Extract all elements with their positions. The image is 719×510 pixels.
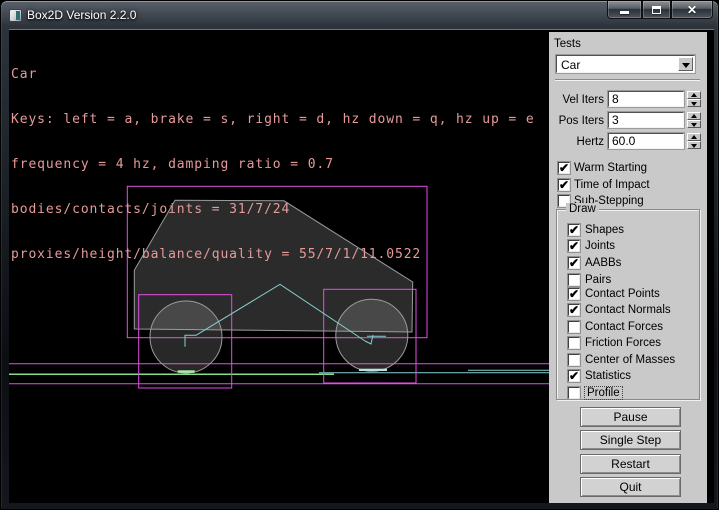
single-step-button[interactable]: Single Step — [580, 430, 681, 450]
close-icon: ✕ — [687, 2, 697, 18]
center-of-masses-checkbox[interactable] — [568, 354, 580, 366]
profile-checkbox-row[interactable]: Profile — [549, 387, 707, 401]
friction-forces-label[interactable]: Friction Forces — [585, 337, 661, 349]
contact-forces-label[interactable]: Contact Forces — [585, 321, 663, 333]
debug-text-line: Keys: left = a, brake = s, right = d, hz… — [11, 112, 535, 127]
shapes-label[interactable]: Shapes — [585, 224, 624, 236]
joints-label[interactable]: Joints — [585, 240, 615, 252]
contact-forces-checkbox-row[interactable]: Contact Forces — [549, 321, 707, 335]
title-bar[interactable]: Box2D Version 2.2.0 ✕ — [1, 1, 718, 29]
aabbs-label[interactable]: AABBs — [585, 257, 621, 269]
arrow-down-icon — [691, 123, 697, 127]
shapes-checkbox-row[interactable]: Shapes — [549, 224, 707, 238]
statistics-checkbox-row[interactable]: Statistics — [549, 370, 707, 384]
time-of-impact-label[interactable]: Time of Impact — [574, 179, 650, 191]
debug-text-line: frequency = 4 hz, damping ratio = 0.7 — [11, 157, 535, 172]
tests-label: Tests — [554, 38, 581, 50]
pos-iters-spin-down-button[interactable] — [687, 120, 701, 128]
minimize-button[interactable] — [607, 1, 642, 19]
debug-text-line: bodies/contacts/joints = 31/7/24 — [11, 202, 535, 217]
contact-points-checkbox[interactable] — [568, 288, 580, 300]
statistics-checkbox[interactable] — [568, 370, 580, 382]
contact-points-label[interactable]: Contact Points — [585, 288, 660, 300]
maximize-button[interactable] — [642, 1, 671, 19]
hertz-field[interactable] — [608, 133, 684, 149]
pause-button[interactable]: Pause — [580, 407, 681, 427]
shapes-checkbox[interactable] — [568, 224, 580, 236]
hertz-label: Hertz — [549, 136, 604, 148]
arrow-down-icon — [691, 102, 697, 106]
pairs-checkbox-row[interactable]: Pairs — [549, 274, 707, 288]
tests-dropdown[interactable]: Car — [556, 55, 695, 73]
simulation-canvas[interactable]: Car Keys: left = a, brake = s, right = d… — [9, 30, 549, 503]
draw-group-label: Draw — [566, 203, 599, 215]
joints-checkbox-row[interactable]: Joints — [549, 240, 707, 254]
warm-starting-label[interactable]: Warm Starting — [574, 162, 647, 174]
arrow-up-icon — [691, 135, 697, 139]
chevron-down-icon — [682, 63, 690, 68]
window-title: Box2D Version 2.2.0 — [27, 8, 136, 22]
vel-iters-spin-up-button[interactable] — [687, 91, 701, 99]
left-wheel-shape — [150, 301, 222, 373]
tests-dropdown-arrow-button[interactable] — [678, 57, 693, 71]
vel-iters-label: Vel Iters — [549, 94, 604, 106]
profile-checkbox[interactable] — [568, 387, 580, 399]
pairs-label[interactable]: Pairs — [585, 274, 611, 286]
pairs-checkbox[interactable] — [568, 274, 580, 286]
contact-points-checkbox-row[interactable]: Contact Points — [549, 288, 707, 302]
friction-forces-checkbox[interactable] — [568, 337, 580, 349]
pos-iters-spin-up-button[interactable] — [687, 112, 701, 120]
contact-normals-checkbox-row[interactable]: Contact Normals — [549, 304, 707, 318]
center-of-masses-label[interactable]: Center of Masses — [585, 354, 675, 366]
debug-text-block: Car Keys: left = a, brake = s, right = d… — [11, 37, 535, 292]
contact-normals-checkbox[interactable] — [568, 304, 580, 316]
minimize-icon — [620, 11, 629, 14]
arrow-up-icon — [691, 93, 697, 97]
arrow-up-icon — [691, 114, 697, 118]
pos-iters-spinner — [687, 112, 701, 128]
warm-starting-checkbox[interactable] — [558, 162, 570, 174]
pos-iters-field[interactable] — [608, 112, 684, 128]
tests-dropdown-value: Car — [561, 58, 580, 72]
left-wheel-contact-point — [178, 370, 195, 373]
app-icon — [9, 9, 22, 22]
app-window: Box2D Version 2.2.0 ✕ — [0, 0, 719, 510]
arrow-down-icon — [691, 144, 697, 148]
aabbs-checkbox-row[interactable]: AABBs — [549, 257, 707, 271]
center-of-masses-checkbox-row[interactable]: Center of Masses — [549, 354, 707, 368]
hertz-spin-up-button[interactable] — [687, 133, 701, 141]
profile-label[interactable]: Profile — [585, 387, 622, 399]
hertz-spinner — [687, 133, 701, 149]
maximize-icon — [652, 6, 661, 14]
pos-iters-label: Pos Iters — [549, 115, 604, 127]
restart-button[interactable]: Restart — [580, 454, 681, 474]
right-wheel-shape — [336, 299, 408, 371]
separator — [555, 79, 700, 81]
debug-text-line: Car — [11, 67, 535, 82]
time-of-impact-checkbox-row[interactable]: Time of Impact — [549, 179, 707, 193]
hertz-spin-down-button[interactable] — [687, 141, 701, 149]
friction-forces-checkbox-row[interactable]: Friction Forces — [549, 337, 707, 351]
contact-forces-checkbox[interactable] — [568, 321, 580, 333]
right-wheel-contact-point — [359, 369, 387, 371]
caption-buttons: ✕ — [607, 1, 713, 19]
time-of-impact-checkbox[interactable] — [558, 179, 570, 191]
vel-iters-spin-down-button[interactable] — [687, 99, 701, 107]
warm-starting-checkbox-row[interactable]: Warm Starting — [549, 162, 707, 176]
control-panel: Tests Car Vel Iters Pos Iters Hertz — [549, 32, 707, 503]
client-area: Car Keys: left = a, brake = s, right = d… — [9, 29, 714, 503]
vel-iters-field[interactable] — [608, 91, 684, 107]
debug-text-line: proxies/height/balance/quality = 55/7/1/… — [11, 247, 535, 262]
contact-normals-label[interactable]: Contact Normals — [585, 304, 671, 316]
close-button[interactable]: ✕ — [671, 1, 713, 19]
quit-button[interactable]: Quit — [580, 477, 681, 497]
joints-checkbox[interactable] — [568, 240, 580, 252]
vel-iters-spinner — [687, 91, 701, 107]
statistics-label[interactable]: Statistics — [585, 370, 631, 382]
aabbs-checkbox[interactable] — [568, 257, 580, 269]
